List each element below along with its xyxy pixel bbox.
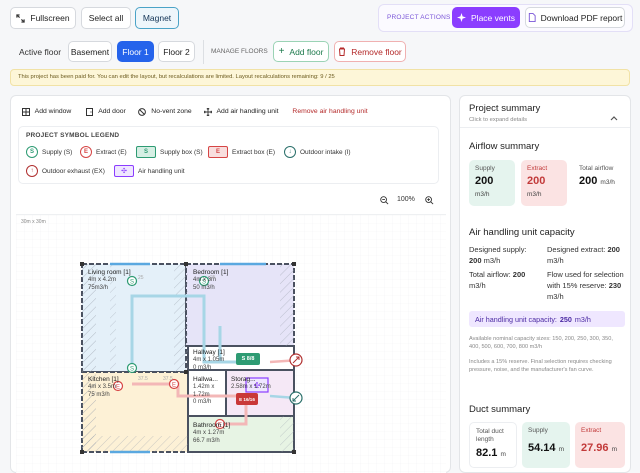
zoom-in-button[interactable] — [421, 192, 437, 208]
room-label-hallway: Hallway [1] 4m x 1.05m 0 m3/h — [193, 349, 225, 371]
vent-flow-label: 37.5 — [138, 376, 148, 382]
ahu-capacity-title: Air handling unit capacity — [469, 227, 575, 238]
outdoor-intake-icon — [289, 391, 303, 405]
duct-summary-title: Duct summary — [469, 404, 531, 415]
legend-ahu: ✣ Air handling unit — [114, 165, 185, 177]
nominal-sizes-note: Available nominal capacity sizes: 150, 2… — [469, 336, 613, 351]
vent-flow-label: 37.5 — [163, 376, 173, 382]
intake-arrow-icon: ↓ — [284, 146, 296, 158]
floor-tab-floor-1[interactable]: Floor 1 — [117, 41, 154, 62]
fullscreen-button[interactable]: Fullscreen — [10, 7, 76, 29]
ahu-capacity-badge: Air handling unit capacity: 250 m3/h — [469, 311, 625, 327]
floor-tab-floor-2[interactable]: Floor 2 — [158, 41, 195, 62]
duct-supply-stat: Supply 54.14 m — [522, 422, 570, 468]
add-door-button[interactable]: Add door — [82, 103, 130, 120]
collapse-chevron-icon[interactable] — [610, 108, 618, 126]
room-label-storage: Storag... 2.58m x 1.72m — [231, 376, 271, 391]
room-label-living: Living room [1] 4m x 4.2m 75m3/h — [88, 269, 131, 291]
supply-stat: Supply 200 m3/h — [469, 160, 515, 206]
manage-floors-label: MANAGE FLOORS — [211, 48, 268, 55]
total-airflow: Total airflow: 200 m3/h — [469, 270, 526, 290]
supply-symbol-icon: S — [26, 146, 38, 158]
room-label-kitchen: Kitchen [1] 4m x 3.5m 75 m3/h — [88, 376, 119, 398]
download-pdf-button[interactable]: Download PDF report — [525, 7, 625, 28]
designed-supply: Designed supply: 200 m3/h — [469, 245, 527, 265]
reserve-note: Includes a 15% reserve. Final selection … — [469, 359, 612, 374]
extract-box-icon: E — [208, 146, 228, 158]
floor-tab-basement[interactable]: Basement — [68, 41, 112, 62]
legend-outdoor-exhaust: ↑ Outdoor exhaust (EX) — [26, 165, 105, 177]
vent-flow-label: 25 — [138, 275, 144, 281]
duct-length-stat: Total duct length 82.1 m — [469, 422, 517, 468]
zoom-level: 100% — [397, 196, 415, 203]
exhaust-arrow-icon: ↑ — [26, 165, 38, 177]
legend-outdoor-intake: ↓ Outdoor intake (I) — [284, 146, 351, 158]
svg-text:S: S — [130, 367, 134, 373]
window-icon — [21, 107, 30, 116]
legend-title: PROJECT SYMBOL LEGEND — [26, 132, 120, 139]
magnet-toggle[interactable]: Magnet — [135, 7, 179, 29]
legend-extract-box: E Extract box (E) — [208, 146, 275, 158]
ahu-icon: ✣ — [114, 165, 134, 177]
airflow-summary-title: Airflow summary — [469, 141, 540, 152]
plus-icon: + — [278, 46, 285, 57]
expand-icon — [16, 13, 26, 23]
remove-floor-button[interactable]: Remove floor — [334, 41, 406, 62]
paid-notice-text: This project has been paid for. You can … — [18, 74, 335, 80]
outdoor-exhaust-icon — [289, 353, 303, 367]
extract-stat: Extract 200 m3/h — [521, 160, 567, 206]
sparkle-icon — [457, 13, 467, 22]
add-floor-button[interactable]: + Add floor — [273, 41, 329, 62]
extract-box[interactable]: E 16/16 — [236, 393, 258, 405]
zoom-out-icon — [379, 195, 389, 205]
active-floor-label: Active floor — [19, 47, 62, 57]
move-icon — [203, 107, 212, 116]
canvas-dimension-label: 30m x 30m — [21, 219, 46, 225]
no-entry-icon — [138, 107, 147, 116]
no-vent-zone-button[interactable]: No-vent zone — [136, 103, 194, 120]
project-actions-label: PROJECT ACTIONS — [387, 14, 451, 21]
svg-text:E: E — [172, 383, 176, 389]
summary-subtitle: Click to expand details — [469, 117, 528, 123]
trash-icon — [338, 47, 346, 56]
legend-supply: S Supply (S) — [26, 146, 72, 158]
summary-title: Project summary — [469, 103, 541, 114]
duct-extract-stat: Extract 27.96 m — [575, 422, 625, 468]
designed-extract: Designed extract: 200 m3/h — [547, 245, 620, 265]
flow-used: Flow used for selection with 15% reserve… — [547, 270, 624, 301]
place-vents-button[interactable]: Place vents — [452, 7, 520, 28]
total-airflow-stat: Total airflow 200 m3/h — [573, 160, 623, 206]
remove-ahu-button[interactable]: Remove air handling unit — [288, 103, 372, 120]
legend-extract: E Extract (E) — [80, 146, 127, 158]
legend-supply-box: S Supply box (S) — [136, 146, 203, 158]
zoom-in-icon — [424, 195, 434, 205]
room-label-bathroom: Bathroom [1] 4m x 1.27m 66.7 m3/h — [193, 422, 231, 444]
supply-box-icon: S — [136, 146, 156, 158]
door-icon — [86, 107, 94, 116]
extract-symbol-icon: E — [80, 146, 92, 158]
floor-divider — [203, 40, 204, 64]
vent-flow-label: 25 — [210, 275, 216, 281]
select-all-button[interactable]: Select all — [81, 7, 131, 29]
add-ahu-button[interactable]: Add air handling unit — [201, 103, 281, 120]
supply-vent-living-2: S — [126, 362, 138, 374]
supply-box[interactable]: S 8/8 — [236, 353, 260, 365]
document-icon — [528, 13, 536, 22]
add-window-button[interactable]: Add window — [18, 103, 75, 120]
room-label-hallway-2: Hallwa... 1.42m x 1.72m 0 m3/h — [193, 376, 218, 406]
zoom-out-button[interactable] — [376, 192, 392, 208]
